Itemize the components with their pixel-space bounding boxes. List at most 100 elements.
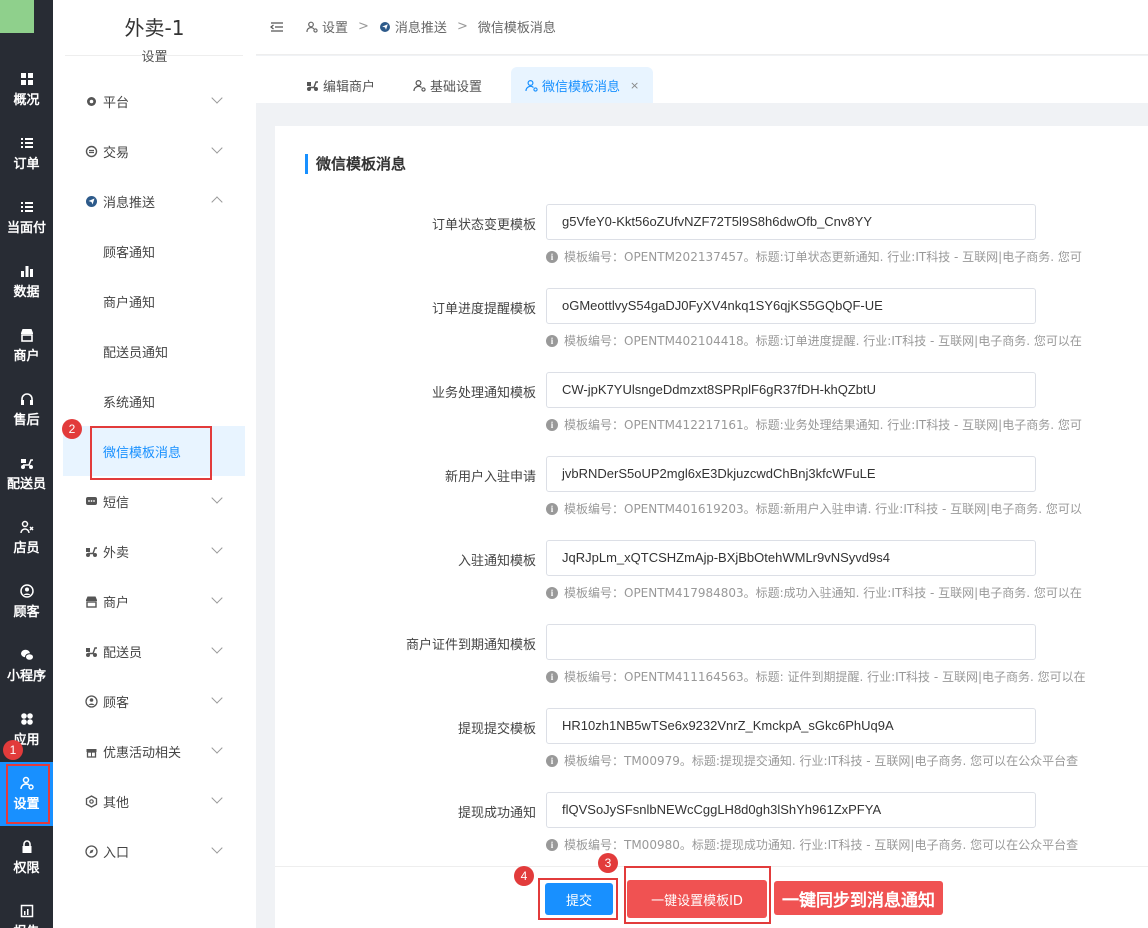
help-text: 模板编号：OPENTM202137457。标题:订单状态更新通知. 行业:IT科… — [564, 250, 1082, 264]
menu-item-takeout[interactable]: 外卖 — [53, 526, 256, 576]
breadcrumb-separator: > — [358, 19, 369, 34]
field-label: 新用户入驻申请 — [444, 470, 536, 485]
scooter-icon — [307, 80, 318, 91]
exchange-icon — [85, 145, 98, 158]
scooter-icon — [20, 459, 33, 469]
collapse-menu-icon[interactable] — [270, 20, 284, 34]
highlight-box-wechat-template — [90, 426, 212, 480]
template-id-input-order-progress[interactable]: oGMeottlvyS54gaDJ0FyXV4nkq1SY6qjKS5GQbQF… — [546, 288, 1036, 324]
tab-basic-settings[interactable]: 基础设置 — [399, 67, 496, 103]
report-icon — [20, 904, 33, 918]
annotation-badge-4: 4 — [514, 866, 534, 886]
chevron-up-icon — [211, 196, 223, 208]
page-tabs: 编辑商户 基础设置 微信模板消息 × — [256, 56, 1148, 103]
menu-item-sms[interactable]: 短信 — [53, 476, 256, 526]
user-gear-icon — [306, 21, 318, 33]
rail-item-courier[interactable]: 配送员 — [0, 442, 53, 506]
template-id-input-business[interactable]: CW-jpK7YUlsngeDdmzxt8SPRplF6gR37fDH-khQZ… — [546, 372, 1036, 408]
chevron-down-icon — [211, 142, 223, 154]
template-id-input-join[interactable]: JqRJpLm_xQTCSHZmAjp-BXjBbOtehWMLr9vNSyvd… — [546, 540, 1036, 576]
field-label: 商户证件到期通知模板 — [405, 638, 536, 653]
template-id-input-order-status[interactable]: g5VfeY0-Kkt56oZUfvNZF72T5l9S8h6dwOfb_Cnv… — [546, 204, 1036, 240]
chevron-down-icon — [211, 92, 223, 104]
menu-item-other[interactable]: 其他 — [53, 776, 256, 826]
menu-item-push[interactable]: 消息推送 — [53, 176, 256, 226]
template-id-input-new-user[interactable]: jvbRNDerS5oUP2mgl6xE3DkjuzcwdChBnj3kfcWF… — [546, 456, 1036, 492]
content-card: 微信模板消息 订单状态变更模板 g5VfeY0-Kkt56oZUfvNZF72T… — [275, 126, 1148, 866]
submenu-item-courier-notice[interactable]: 配送员通知 — [53, 326, 256, 376]
scooter-icon — [85, 545, 98, 558]
close-icon[interactable]: × — [630, 79, 639, 92]
chevron-down-icon — [211, 542, 223, 554]
store-icon — [85, 595, 98, 608]
field-help: i 模板编号：OPENTM402104418。标题:订单进度提醒. 行业:IT科技… — [546, 332, 1148, 349]
rail-item-label: 售后 — [13, 413, 40, 428]
scooter-icon — [85, 645, 98, 658]
rail-item-customer[interactable]: 顾客 — [0, 570, 53, 634]
list-icon — [20, 202, 33, 212]
highlight-box-submit — [538, 878, 618, 920]
tab-edit-merchant[interactable]: 编辑商户 — [292, 67, 389, 103]
gear-icon — [85, 95, 98, 108]
lock-icon — [22, 840, 31, 853]
breadcrumb-item[interactable]: 消息推送 — [395, 17, 447, 36]
menu-item-customer[interactable]: 顾客 — [53, 676, 256, 726]
info-icon: i — [546, 250, 558, 263]
message-icon — [85, 495, 98, 508]
annotation-badge-3: 3 — [598, 853, 618, 873]
annotation-badge-1: 1 — [3, 740, 23, 760]
rail-item-report[interactable]: 报告 — [0, 890, 53, 928]
rail-item-miniprogram[interactable]: 小程序 — [0, 634, 53, 698]
template-id-input-withdraw-success[interactable]: flQVSoJySFsnlbNEWcCggLH8d0gh3lShYh961ZxP… — [546, 792, 1036, 828]
help-text: 模板编号：TM00979。标题:提现提交通知. 行业:IT科技 - 互联网|电子… — [564, 754, 1079, 768]
sidebar-subtitle: 设置 — [141, 50, 168, 65]
menu-item-trade[interactable]: 交易 — [53, 126, 256, 176]
rail-item-orders[interactable]: 订单 — [0, 122, 53, 186]
info-icon: i — [546, 418, 558, 431]
menu-item-courier[interactable]: 配送员 — [53, 626, 256, 676]
tab-wechat-template[interactable]: 微信模板消息 × — [511, 67, 654, 103]
menu-item-label: 消息推送 — [103, 195, 156, 211]
info-icon: i — [546, 754, 558, 767]
menu-item-label: 平台 — [103, 95, 130, 111]
field-help: i 模板编号：OPENTM412217161。标题:业务处理结果通知. 行业:IT… — [546, 416, 1148, 433]
submenu-item-system-notice[interactable]: 系统通知 — [53, 376, 256, 426]
rail-item-label: 数据 — [13, 285, 40, 300]
submenu-item-customer-notice[interactable]: 顾客通知 — [53, 226, 256, 276]
menu-item-entry[interactable]: 入口 — [53, 826, 256, 876]
rail-item-facepay[interactable]: 当面付 — [0, 186, 53, 250]
submenu-item-merchant-notice[interactable]: 商户通知 — [53, 276, 256, 326]
info-icon: i — [546, 670, 558, 683]
menu-item-label: 短信 — [103, 495, 130, 511]
grid-icon — [20, 73, 33, 85]
field-help: i 模板编号：OPENTM202137457。标题:订单状态更新通知. 行业:IT… — [546, 248, 1148, 265]
breadcrumb-item[interactable]: 设置 — [322, 17, 348, 36]
headset-icon — [20, 393, 33, 405]
info-icon: i — [546, 334, 558, 347]
rail-item-label: 配送员 — [6, 477, 46, 492]
rail-item-label: 权限 — [13, 861, 40, 876]
compass-icon — [85, 844, 98, 858]
hexagon-icon — [85, 794, 98, 808]
rail-item-merchant[interactable]: 商户 — [0, 314, 53, 378]
rail-item-data[interactable]: 数据 — [0, 250, 53, 314]
rail-item-label: 概况 — [13, 93, 40, 108]
gift-icon — [85, 745, 98, 758]
rail-item-label: 订单 — [13, 157, 40, 172]
chevron-down-icon — [211, 692, 223, 704]
breadcrumb: 设置 > 消息推送 > 微信模板消息 — [270, 17, 556, 36]
template-id-input-cert-expiry[interactable] — [546, 624, 1036, 660]
rail-item-permission[interactable]: 权限 — [0, 826, 53, 890]
sync-to-notice-button[interactable]: 一键同步到消息通知 — [774, 881, 943, 915]
rail-item-overview[interactable]: 概况 — [0, 58, 53, 122]
rail-item-staff[interactable]: 店员 — [0, 506, 53, 570]
menu-item-promotions[interactable]: 优惠活动相关 — [53, 726, 256, 776]
menu-item-label: 顾客 — [103, 695, 130, 711]
field-label: 订单进度提醒模板 — [431, 302, 536, 317]
template-id-input-withdraw-submit[interactable]: HR10zh1NB5wTSe6x9232VnrZ_KmckpA_sGkc6PhU… — [546, 708, 1036, 744]
menu-item-merchant[interactable]: 商户 — [53, 576, 256, 626]
menu-item-platform[interactable]: 平台 — [53, 76, 256, 126]
help-text: 模板编号：OPENTM402104418。标题:订单进度提醒. 行业:IT科技 … — [564, 334, 1082, 348]
rail-item-aftersale[interactable]: 售后 — [0, 378, 53, 442]
help-text: 模板编号：OPENTM401619203。标题:新用户入驻申请. 行业:IT科技… — [564, 502, 1082, 516]
